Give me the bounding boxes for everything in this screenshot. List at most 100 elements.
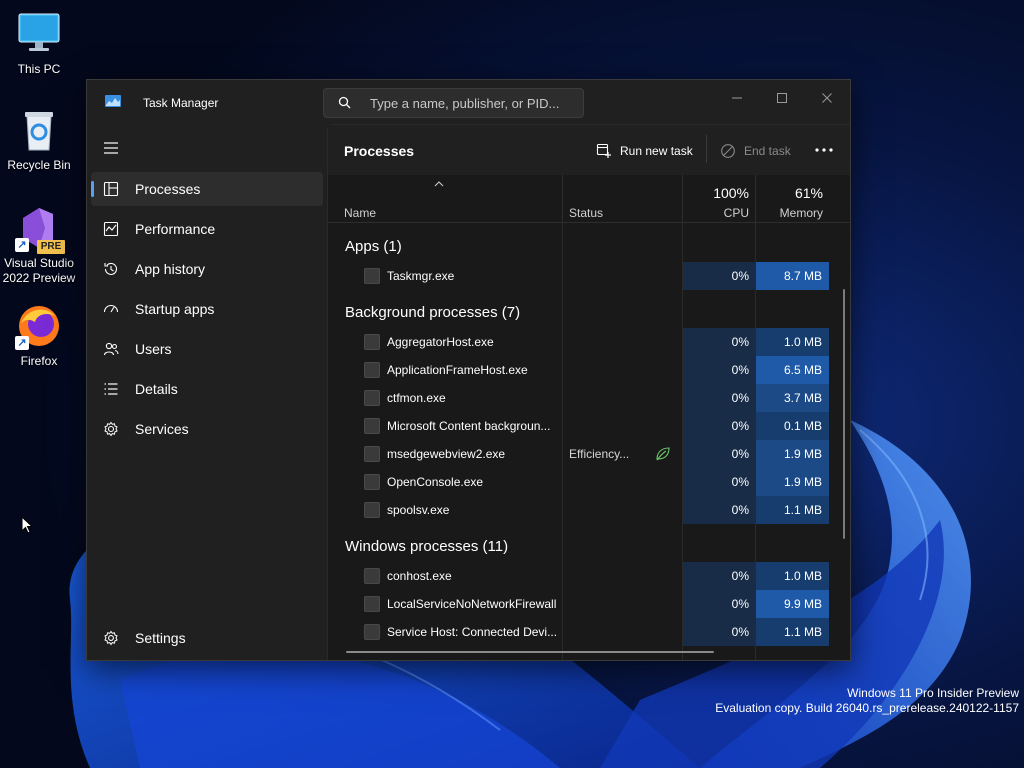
minimize-button[interactable] — [715, 84, 759, 112]
table-row[interactable]: msedgewebview2.exe Efficiency... 0% 1.9 … — [328, 440, 850, 468]
desktop-icon-firefox[interactable]: ↗ Firefox — [0, 302, 78, 369]
maximize-icon — [777, 93, 787, 103]
sidebar-item-label: Services — [135, 421, 189, 437]
memory-cell: 1.1 MB — [756, 496, 829, 524]
run-new-task-button[interactable]: Run new task — [596, 139, 693, 163]
table-row[interactable]: ctfmon.exe 0% 3.7 MB — [328, 384, 850, 412]
sidebar-item-users[interactable]: Users — [91, 332, 323, 366]
memory-cell: 6.5 MB — [756, 356, 829, 384]
sidebar: Processes Performance App history Startu… — [87, 124, 325, 660]
sidebar-item-app-history[interactable]: App history — [91, 252, 323, 286]
desktop-icon-this-pc[interactable]: This PC — [0, 10, 78, 77]
details-icon — [104, 383, 118, 395]
sidebar-item-label: Startup apps — [135, 301, 215, 317]
process-icon — [364, 362, 380, 378]
task-manager-app-icon — [105, 95, 121, 107]
memory-value: 3.7 MB — [783, 391, 822, 405]
table-row[interactable]: OpenConsole.exe 0% 1.9 MB — [328, 468, 850, 496]
table-row[interactable]: spoolsv.exe 0% 1.1 MB — [328, 496, 850, 524]
desktop-icon-visual-studio[interactable]: PRE ↗ Visual Studio 2022 Preview — [0, 204, 78, 286]
hamburger-menu-icon[interactable] — [101, 140, 121, 156]
sidebar-item-startup-apps[interactable]: Startup apps — [91, 292, 323, 326]
maximize-button[interactable] — [760, 84, 804, 112]
users-icon — [103, 342, 119, 356]
cpu-cell: 0% — [683, 590, 755, 618]
close-icon — [822, 93, 832, 103]
table-row[interactable]: ApplicationFrameHost.exe 0% 6.5 MB — [328, 356, 850, 384]
process-name: OpenConsole.exe — [387, 475, 484, 489]
more-options-icon[interactable] — [812, 143, 836, 157]
table-row[interactable]: AggregatorHost.exe 0% 1.0 MB — [328, 328, 850, 356]
memory-total-percent: 61% — [794, 185, 823, 201]
memory-value: 6.5 MB — [783, 363, 822, 377]
search-input[interactable] — [370, 94, 575, 112]
process-icon — [364, 446, 380, 462]
active-indicator — [91, 181, 94, 197]
process-status: Efficiency... — [569, 447, 630, 461]
group-header-windows-processes[interactable]: Windows processes (11) — [328, 532, 850, 562]
cpu-cell: 0% — [683, 262, 755, 290]
column-cpu[interactable]: CPU — [683, 206, 749, 220]
memory-cell: 3.7 MB — [756, 384, 829, 412]
sidebar-item-details[interactable]: Details — [91, 372, 323, 406]
page-title: Processes — [344, 143, 415, 159]
shortcut-arrow-icon: ↗ — [15, 238, 29, 252]
column-memory[interactable]: Memory — [756, 206, 823, 220]
group-label: Apps (1) — [345, 238, 402, 255]
efficiency-mode-leaf-icon — [656, 447, 670, 461]
memory-cell: 1.9 MB — [756, 468, 829, 496]
end-task-icon — [721, 144, 735, 158]
table-row[interactable]: Service Host: Connected Devi... 0% 1.1 M… — [328, 618, 850, 646]
desktop-icon-label: 2022 Preview — [2, 271, 76, 285]
table-row[interactable]: LocalServiceNoNetworkFirewall 0% 9.9 MB — [328, 590, 850, 618]
vertical-scrollbar[interactable] — [843, 289, 845, 539]
process-icon — [364, 624, 380, 640]
cpu-value: 0% — [731, 335, 749, 349]
window-title: Task Manager — [143, 96, 219, 110]
table-row[interactable]: Taskmgr.exe 0% 8.7 MB — [328, 262, 850, 290]
process-name: conhost.exe — [387, 569, 452, 583]
process-icon — [364, 334, 380, 350]
cpu-cell: 0% — [683, 384, 755, 412]
memory-value: 1.1 MB — [783, 625, 822, 639]
process-icon — [364, 502, 380, 518]
desktop-icon-recycle-bin[interactable]: Recycle Bin — [0, 106, 78, 173]
sidebar-item-services[interactable]: Services — [91, 412, 323, 446]
watermark-build: Evaluation copy. Build 26040.rs_prerelea… — [715, 701, 1019, 715]
settings-gear-icon — [104, 630, 118, 646]
watermark-edition: Windows 11 Pro Insider Preview — [847, 686, 1019, 700]
column-name[interactable]: Name — [344, 206, 376, 220]
column-status[interactable]: Status — [569, 206, 603, 220]
sort-ascending-icon — [434, 181, 444, 187]
cpu-value: 0% — [731, 475, 749, 489]
memory-value: 9.9 MB — [783, 597, 822, 611]
group-header-apps[interactable]: Apps (1) — [328, 232, 850, 262]
memory-cell: 0.1 MB — [756, 412, 829, 440]
search-box[interactable] — [323, 88, 584, 118]
minimize-icon — [732, 97, 742, 99]
processes-icon — [103, 181, 119, 197]
monitor-icon — [15, 10, 63, 58]
sidebar-item-settings[interactable]: Settings — [91, 621, 323, 655]
table-row[interactable]: Microsoft Content backgroun... 0% 0.1 MB — [328, 412, 850, 440]
cpu-cell: 0% — [683, 328, 755, 356]
process-icon — [364, 474, 380, 490]
run-new-task-icon — [596, 143, 611, 158]
memory-value: 1.9 MB — [783, 475, 822, 489]
sidebar-item-performance[interactable]: Performance — [91, 212, 323, 246]
title-bar[interactable]: Task Manager — [87, 80, 850, 124]
group-label: Windows processes (11) — [345, 538, 509, 555]
cpu-value: 0% — [731, 625, 749, 639]
sidebar-item-processes[interactable]: Processes — [91, 172, 323, 206]
horizontal-scrollbar[interactable] — [346, 651, 714, 653]
table-row[interactable]: conhost.exe 0% 1.0 MB — [328, 562, 850, 590]
close-button[interactable] — [805, 84, 849, 112]
process-icon — [364, 568, 380, 584]
group-header-background-processes[interactable]: Background processes (7) — [328, 298, 850, 328]
cpu-value: 0% — [731, 363, 749, 377]
preview-badge: PRE — [37, 240, 65, 254]
toolbar-divider — [706, 135, 707, 163]
end-task-button[interactable]: End task — [720, 139, 791, 163]
visual-studio-icon: PRE ↗ — [15, 204, 65, 254]
services-icon — [104, 421, 118, 437]
